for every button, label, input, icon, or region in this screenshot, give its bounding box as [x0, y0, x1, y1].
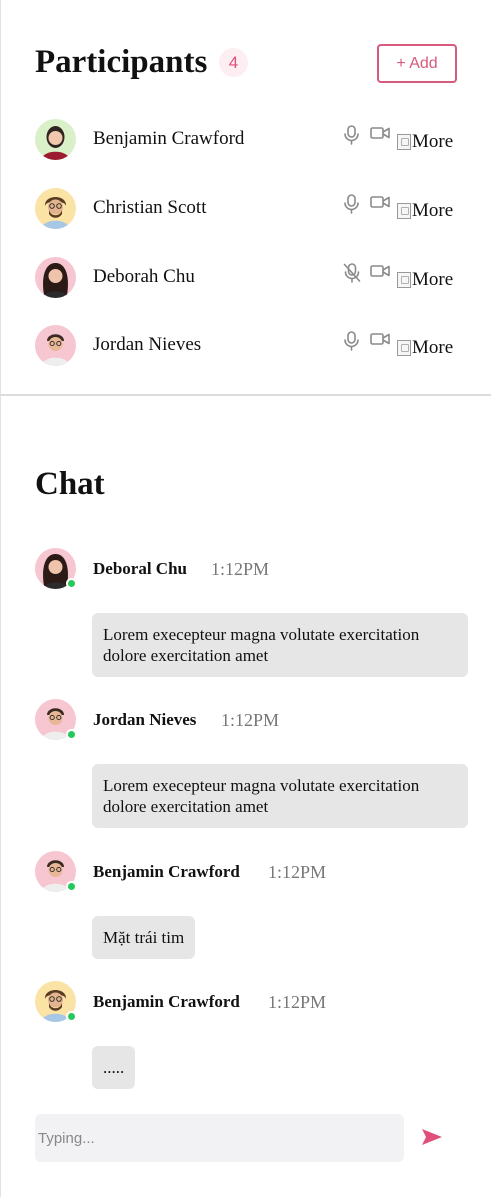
message-bubble: Lorem execepteur magna volutate exercita…: [92, 764, 468, 828]
message-sender: Benjamin Crawford: [93, 862, 240, 881]
online-status-dot: [66, 729, 77, 740]
participant-name: Jordan Nieves: [93, 334, 202, 355]
message-sender: Jordan Nieves: [93, 710, 197, 729]
chat-message-header: Deboral Chu 1:12PM: [35, 548, 465, 593]
chat-title: Chat: [35, 466, 105, 502]
participant-name: Benjamin Crawford: [93, 128, 245, 149]
message-bubble: .....: [92, 1046, 136, 1089]
avatar: [35, 188, 76, 229]
add-participant-button[interactable]: + Add: [377, 44, 457, 83]
chat-message-header: Benjamin Crawford 1:12PM: [35, 981, 465, 1026]
message-input[interactable]: [35, 1114, 404, 1162]
avatar: [35, 119, 76, 160]
send-icon[interactable]: [421, 1128, 443, 1151]
video-camera-icon[interactable]: [370, 331, 390, 352]
message-bubble: Mặt trái tim: [92, 916, 196, 959]
participant-row: Benjamin Crawford More: [35, 119, 465, 161]
more-icon[interactable]: More: [397, 131, 453, 153]
online-status-dot: [66, 578, 77, 589]
more-icon[interactable]: More: [397, 200, 453, 222]
participants-title: Participants: [35, 44, 208, 80]
participant-name: Deborah Chu: [93, 266, 195, 287]
microphone-icon[interactable]: [343, 125, 360, 150]
online-status-dot: [66, 881, 77, 892]
microphone-muted-icon[interactable]: [343, 263, 361, 288]
participant-row: Deborah Chu More: [35, 257, 465, 299]
video-camera-icon[interactable]: [370, 125, 390, 146]
participant-row: Christian Scott More: [35, 188, 465, 230]
message-sender: Benjamin Crawford: [93, 992, 240, 1011]
message-time: 1:12PM: [268, 862, 327, 882]
message-bubble: Lorem execepteur magna volutate exercita…: [92, 613, 468, 677]
microphone-icon[interactable]: [343, 331, 360, 356]
online-status-dot: [66, 1011, 77, 1022]
microphone-icon[interactable]: [343, 194, 360, 219]
message-time: 1:12PM: [211, 559, 270, 579]
avatar: [35, 325, 76, 366]
message-sender: Deboral Chu: [93, 559, 187, 578]
more-icon[interactable]: More: [397, 337, 453, 359]
message-time: 1:12PM: [221, 710, 280, 730]
participants-panel: Participants 4 + Add Benjamin Crawford M…: [0, 0, 491, 396]
chat-message-header: Benjamin Crawford 1:12PM: [35, 851, 465, 896]
message-time: 1:12PM: [268, 992, 327, 1012]
chat-message-header: Jordan Nieves 1:12PM: [35, 699, 465, 744]
avatar: [35, 257, 76, 298]
participant-row: Jordan Nieves More: [35, 325, 465, 367]
video-camera-icon[interactable]: [370, 194, 390, 215]
participant-name: Christian Scott: [93, 197, 207, 218]
more-icon[interactable]: More: [397, 269, 453, 291]
participants-count-badge: 4: [219, 48, 248, 77]
video-camera-icon[interactable]: [370, 263, 390, 284]
